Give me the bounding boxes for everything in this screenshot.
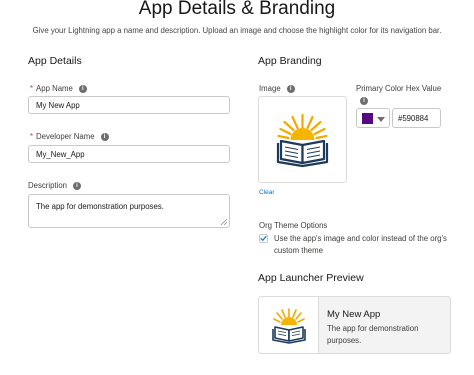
resize-handle-icon[interactable] bbox=[221, 219, 227, 225]
image-label-text: Image bbox=[259, 84, 281, 93]
preview-icon-box bbox=[259, 297, 319, 353]
app-launcher-preview-card: My New App The app for demonstration pur… bbox=[258, 296, 451, 354]
description-label: Description i bbox=[28, 181, 81, 190]
developer-name-label: * Developer Name i bbox=[30, 132, 109, 141]
image-label: Image i bbox=[259, 84, 295, 93]
app-image-upload[interactable] bbox=[258, 96, 347, 183]
developer-name-input[interactable]: My_New_App bbox=[28, 145, 230, 163]
org-theme-option-text: Use the app's image and color instead of… bbox=[274, 234, 447, 255]
info-icon[interactable]: i bbox=[286, 84, 295, 93]
preview-app-title: My New App bbox=[327, 309, 381, 320]
app-details-heading: App Details bbox=[28, 55, 82, 67]
developer-name-label-text: Developer Name bbox=[36, 132, 95, 141]
required-indicator: * bbox=[30, 84, 34, 93]
clear-image-link[interactable]: Clear bbox=[259, 189, 275, 196]
description-textarea[interactable]: The app for demonstration purposes. bbox=[28, 194, 230, 228]
book-sun-logo-icon bbox=[272, 308, 306, 344]
info-icon[interactable]: i bbox=[100, 132, 109, 141]
page-subtitle: Give your Lightning app a name and descr… bbox=[32, 26, 442, 35]
checkmark-icon bbox=[260, 235, 267, 241]
info-icon[interactable]: i bbox=[78, 84, 87, 93]
preview-app-description: The app for demonstration purposes. bbox=[327, 324, 419, 345]
description-label-text: Description bbox=[28, 181, 67, 190]
info-icon[interactable]: i bbox=[360, 97, 368, 105]
description-text: The app for demonstration purposes. bbox=[36, 202, 164, 211]
chevron-down-icon bbox=[377, 117, 385, 122]
app-name-label: * App Name i bbox=[30, 84, 87, 93]
color-hex-input[interactable]: #590884 bbox=[392, 108, 441, 128]
app-name-input[interactable]: My New App bbox=[28, 96, 230, 114]
org-theme-label: Org Theme Options bbox=[259, 221, 328, 230]
app-launcher-preview-heading: App Launcher Preview bbox=[258, 272, 364, 284]
app-branding-heading: App Branding bbox=[258, 55, 322, 67]
page-title: App Details & Branding bbox=[138, 0, 336, 19]
required-indicator: * bbox=[30, 132, 34, 141]
color-picker-button[interactable] bbox=[356, 108, 390, 128]
book-sun-logo-icon bbox=[276, 113, 329, 168]
color-swatch bbox=[362, 113, 373, 124]
primary-color-label: Primary Color Hex Value bbox=[356, 84, 442, 93]
info-icon[interactable]: i bbox=[73, 181, 81, 190]
app-name-label-text: App Name bbox=[36, 84, 73, 93]
org-theme-checkbox[interactable] bbox=[259, 234, 268, 243]
